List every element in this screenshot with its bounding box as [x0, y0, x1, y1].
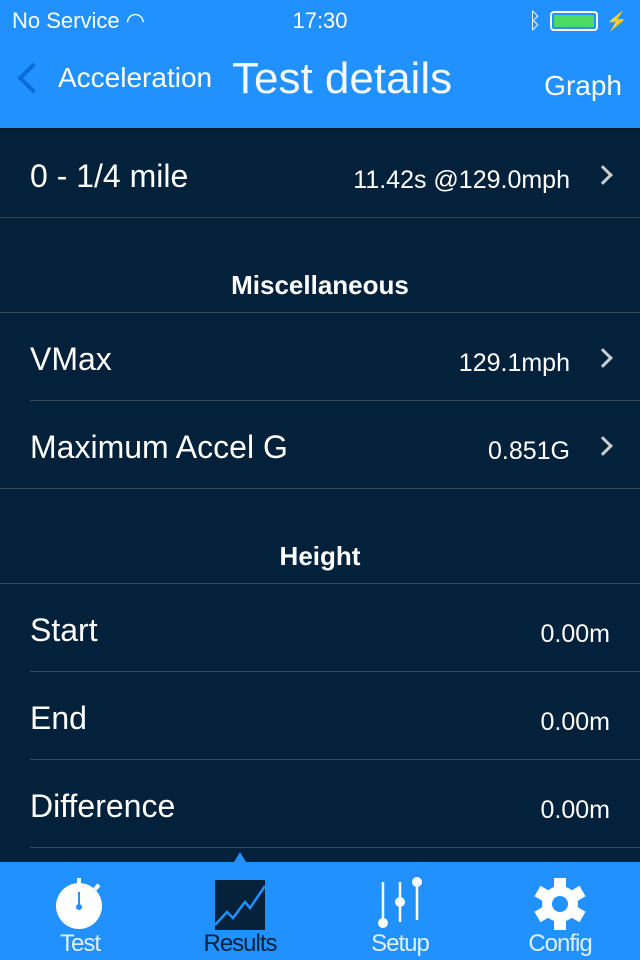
navigation-bar: Acceleration Test details Graph — [0, 50, 640, 120]
list-item-difference: Difference 0.00m — [30, 760, 640, 848]
bluetooth-icon: ᛒ — [528, 8, 542, 33]
chevron-left-icon — [17, 62, 49, 94]
tab-config[interactable]: Config — [480, 862, 640, 960]
active-tab-pointer — [234, 852, 246, 862]
list-item-vmax[interactable]: VMax 129.1mph — [30, 313, 640, 401]
chart-icon — [160, 872, 320, 930]
battery-icon — [549, 11, 598, 31]
tab-results[interactable]: Results — [160, 862, 320, 960]
tab-setup[interactable]: Setup — [320, 862, 480, 960]
chevron-right-icon — [593, 165, 613, 185]
graph-button[interactable]: Graph — [544, 70, 622, 102]
tab-bar: Test Results Setup Config — [0, 862, 640, 960]
back-button[interactable]: Acceleration — [14, 62, 212, 94]
page-title: Test details — [232, 54, 453, 103]
tab-test[interactable]: Test — [0, 862, 160, 960]
list-item-quarter-mile[interactable]: 0 - 1/4 mile 11.42s @129.0mph — [30, 130, 640, 218]
section-header: Height — [0, 488, 640, 584]
sliders-icon — [320, 872, 480, 930]
stopwatch-icon — [0, 872, 160, 930]
section-header: Miscellaneous — [0, 217, 640, 313]
list-item-end: End 0.00m — [30, 672, 640, 760]
status-bar: No Service ◠ 17:30 ᛒ ⚡ — [12, 6, 628, 36]
gear-icon — [480, 872, 640, 930]
list-item-start: Start 0.00m — [30, 584, 640, 672]
header: No Service ◠ 17:30 ᛒ ⚡ Acceleration Test … — [0, 0, 640, 128]
charging-icon: ⚡ — [605, 10, 628, 31]
details-list[interactable]: 0 - 1/4 mile 11.42s @129.0mph Miscellaneo… — [0, 128, 640, 862]
list-item-max-accel[interactable]: Maximum Accel G 0.851G — [30, 401, 640, 489]
chevron-right-icon — [593, 348, 613, 368]
chevron-right-icon — [593, 436, 613, 456]
